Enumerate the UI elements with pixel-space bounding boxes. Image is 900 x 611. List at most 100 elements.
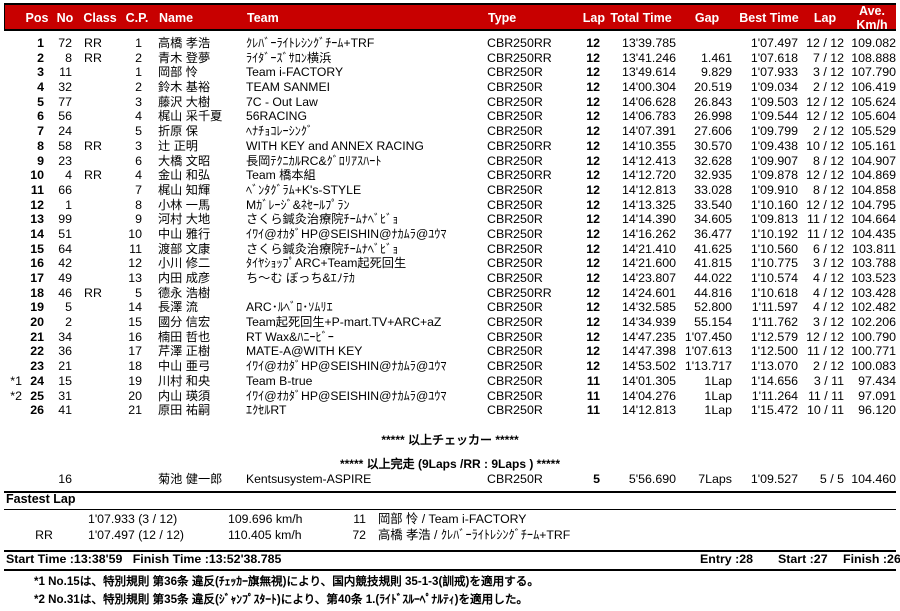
column-header-pos: Pos [25,11,49,25]
cell-class: RR [84,285,102,300]
column-header-total-time: Total Time [610,11,672,25]
cell-type: CBR250RR [487,285,552,300]
cell-pos: 17 [30,271,44,285]
cell-no: 32 [58,80,72,95]
cell-cp: 10 [128,226,142,241]
cell-best: 1'09.878 [750,168,798,183]
cell-name: 渡部 文康 [158,241,211,256]
cell-lap2: 2 / 12 [812,80,844,95]
cell-best: 1'10.574 [750,271,798,285]
cell-lap: 12 [586,138,600,153]
cell-gap: 26.998 [694,109,732,124]
cell-type: CBR250RR [487,50,552,65]
cell-total: 14'24.601 [621,285,676,300]
cell-ave: 109.082 [851,36,896,50]
cell-name: 長澤 流 [158,300,198,315]
cell-gap: 33.540 [694,197,732,212]
checker-note: ***** 以上チェッカー ***** [381,433,519,447]
cell-best: 1'09.907 [750,153,798,168]
cell-cp: 6 [135,153,142,168]
table-row: 23 21 18 中山 亜弓 ｲﾜｲ@ｵｶﾀﾞHP@SEISHIN@ﾅｶﾑﾗ@ﾕｳﾏ CB… [0,359,900,374]
cell-team: ｲﾜｲ@ｵｶﾀﾞHP@SEISHIN@ﾅｶﾑﾗ@ﾕｳﾏ [246,226,447,241]
column-header-ave-line1: Ave. [859,4,885,18]
cell-lap2: 8 / 12 [812,153,844,168]
cell-total: 14'14.390 [621,212,676,227]
cell-pos: 24 [30,373,44,388]
start-time: Start Time :13:38'59 [6,552,123,566]
cell-cp: 21 [128,403,142,418]
cell-team: さくら鍼灸治療院ﾁｰﾑﾅﾍﾞﾋﾞｮ [246,241,399,256]
table-row: 10 4 RR 4 金山 和弘 Team 橋本組 CBR250RR 12 14'12.720 32… [0,168,900,183]
cell-best: 1'07.618 [750,50,798,65]
cell-best: 1'10.560 [750,241,798,256]
cell-type: CBR250R [487,65,543,80]
cell-gap: 20.519 [694,80,732,95]
cell-gap: 1.461 [700,50,732,65]
finish-note: ***** 以上完走 (9Laps /RR : 9Laps ) ***** [339,457,561,471]
cell-gap: 34.605 [694,212,732,227]
cell-note: *2 [10,388,22,403]
cell-ave: 96.120 [858,403,896,418]
cell-ave: 104.869 [851,168,896,183]
table-row: 3 11 1 岡部 怜 Team i-FACTORY CBR250R 12 13'49.614… [0,65,900,80]
cell-type: CBR250R [487,329,543,344]
cell-gap: 1'07.450 [684,329,732,344]
cell-best: 1'12.500 [750,344,798,359]
cell-gap: 1'13.717 [684,359,732,374]
cell-no: 15 [58,373,72,388]
cell-lap2: 11 / 12 [807,212,844,227]
cell-team: Team起死回生+P-mart.TV+ARC+aZ [246,315,442,330]
cell-pos: 1 [37,36,44,50]
fastest-lap-no: 72 [352,528,366,542]
cell-lap2: 3 / 12 [812,315,844,330]
cell-no: 2 [65,315,72,330]
cell-type: CBR250R [487,197,543,212]
cell-team: Team i-FACTORY [246,65,344,80]
cell-ave: 104.907 [851,153,896,168]
cell-team: Mｶﾞﾚｰｼﾞ&ﾈｾｰﾙﾌﾟﾗﾝ [246,197,350,212]
cell-lap: 12 [586,36,600,50]
cell-team: ｲﾜｲ@ｵｶﾀﾞHP@SEISHIN@ﾅｶﾑﾗ@ﾕｳﾏ [246,388,447,403]
cell-total: 14'16.262 [621,226,676,241]
cell-pos: 9 [37,153,44,168]
cell-pos: 6 [37,109,44,124]
cell-pos: 3 [37,65,44,80]
cell-best: 1'07.933 [750,65,798,80]
cell-total: 14'53.502 [621,359,676,374]
cell-pos: 5 [37,94,44,109]
cell-cp: 14 [128,300,142,315]
cell-lap: 12 [586,80,600,95]
cell-name: 青木 登夢 [158,50,211,65]
cell-lap: 12 [586,124,600,139]
cell-no: 46 [58,285,72,300]
cell-gap: 32.935 [694,168,732,183]
cell-pos: 19 [30,300,44,315]
cell-total: 14'01.305 [621,373,676,388]
cell-name: 藤沢 大樹 [158,94,211,109]
cell-lap: 12 [586,168,600,183]
cell-pos: 12 [30,197,44,212]
cell-lap2: 8 / 12 [812,182,844,197]
cell-cp: 11 [129,241,142,256]
cell-name: 高橋 孝浩 [158,36,211,50]
cell-gap: 30.570 [694,138,732,153]
cell-pos: 18 [30,285,44,300]
cell-gap: 1Lap [704,373,732,388]
cell-cp: 5 [135,124,142,139]
cell-type: CBR250R [487,472,543,486]
cell-team: WITH KEY and ANNEX RACING [246,138,424,153]
cell-best: 1'09.910 [750,182,798,197]
cell-total: 14'12.813 [621,182,676,197]
table-row: 8 58 RR 3 辻 正明 WITH KEY and ANNEX RACING CBR25… [0,139,900,154]
cell-total: 14'12.813 [621,403,676,418]
cell-total: 13'49.614 [621,65,676,80]
cell-ave: 102.206 [851,315,896,330]
cell-name: 折原 保 [158,124,198,139]
table-row: 19 5 14 長澤 流 ARC･ﾙﾍﾞﾛ･ｿﾑﾘｴ CBR250R 12 14'32.585… [0,300,900,315]
cell-class: RR [84,138,102,153]
cell-lap: 12 [586,109,600,124]
cell-gap: 41.625 [694,241,732,256]
entry-count: Entry :28 [700,552,754,566]
cell-best: 1'10.618 [750,285,798,300]
footnote-1: *1 No.15は、特別規則 第36条 違反(ﾁｪｯｶｰ旗無視)により、国内競技… [34,575,539,588]
